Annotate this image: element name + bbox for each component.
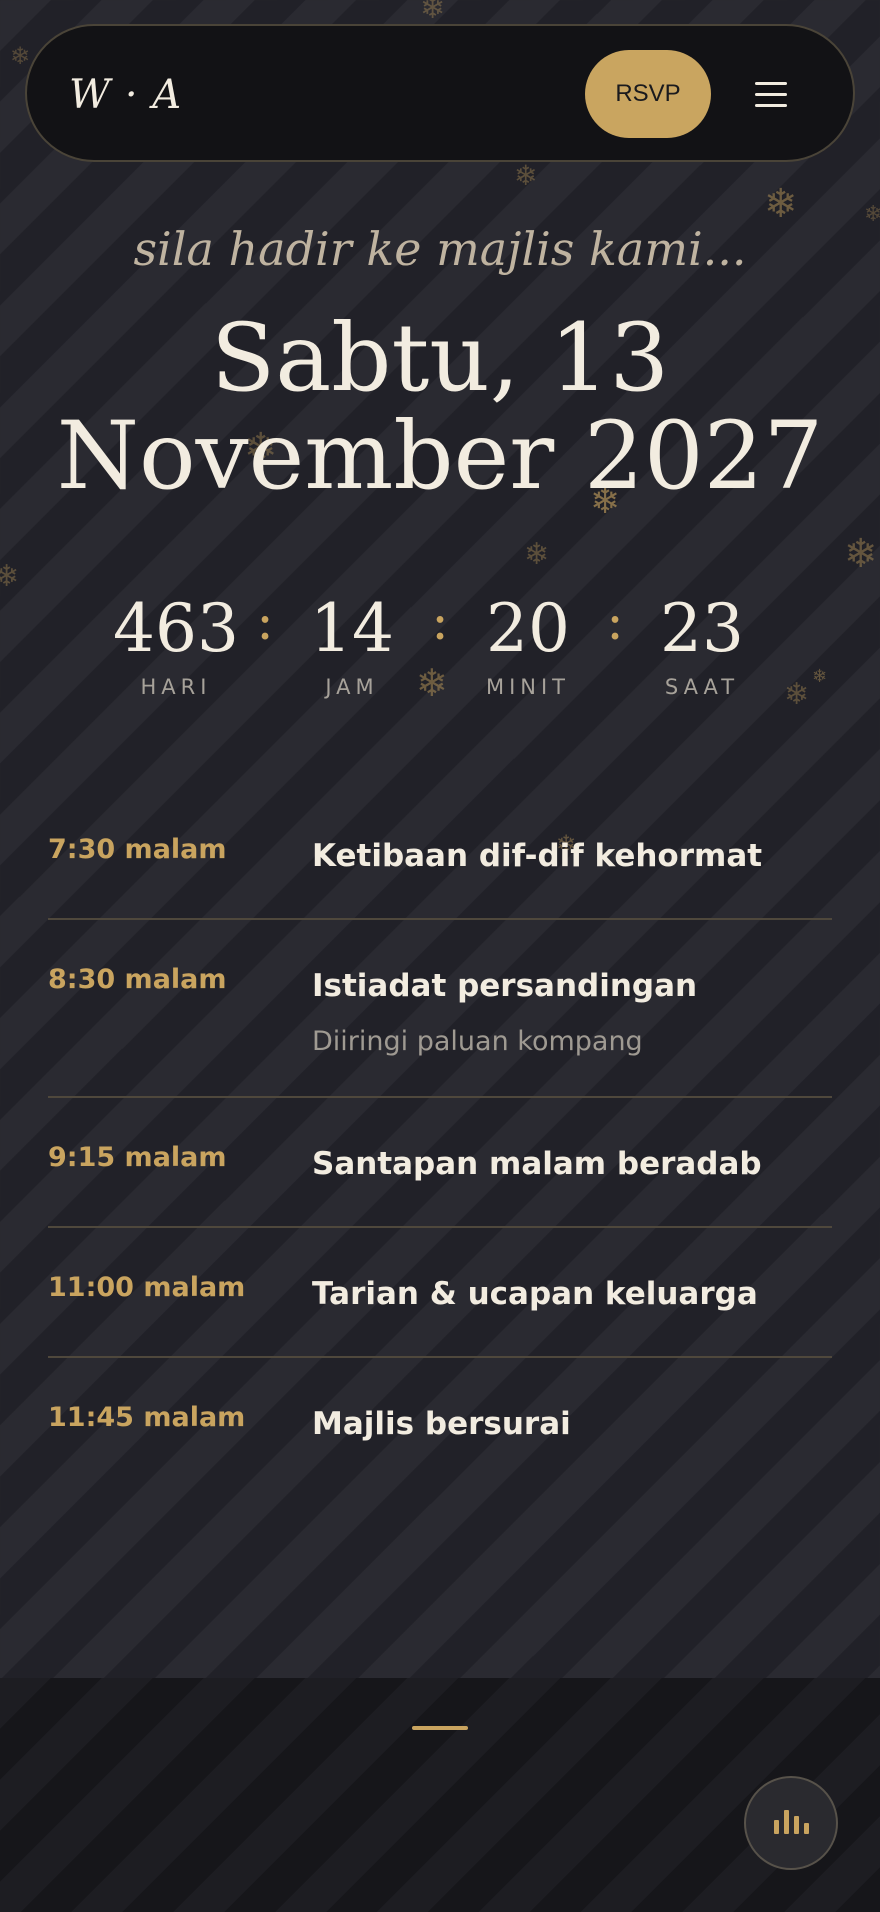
schedule-time: 11:00 malam <box>48 1272 246 1303</box>
schedule-time: 11:45 malam <box>48 1402 246 1433</box>
countdown-days-value: 463 <box>113 590 239 667</box>
logo-monogram[interactable]: W · A <box>69 72 182 118</box>
countdown-hours-value: 14 <box>310 590 394 667</box>
schedule-title: Tarian & ucapan keluarga <box>312 1276 758 1312</box>
snowflake-icon: ❄ <box>514 159 538 192</box>
drawer-handle[interactable] <box>412 1726 468 1730</box>
event-date: Sabtu, 13 November 2027 <box>0 310 880 506</box>
snowflake-icon: ❄ <box>764 181 798 227</box>
snowflake-icon: ❄ <box>844 531 878 577</box>
schedule-divider <box>48 1356 832 1358</box>
snowflake-icon: ❄ <box>420 0 446 26</box>
hamburger-menu-icon[interactable] <box>755 82 789 108</box>
event-date-line-1: Sabtu, 13 <box>210 304 670 413</box>
schedule-title: Santapan malam beradab <box>312 1146 762 1182</box>
schedule-time: 7:30 malam <box>48 834 227 865</box>
bottom-panel <box>0 1678 880 1912</box>
audio-bars-icon[interactable] <box>744 1776 838 1870</box>
countdown-seconds-label: SAAT <box>664 675 740 699</box>
snowflake-icon: ❄ <box>812 666 828 687</box>
top-nav-bar: W · A RSVP <box>25 24 855 162</box>
schedule-title: Majlis bersurai <box>312 1406 571 1442</box>
countdown-days-label: HARI <box>140 675 212 699</box>
schedule-divider <box>48 1226 832 1228</box>
countdown-minutes-value: 20 <box>486 590 570 667</box>
snowflake-icon: ❄ <box>0 559 20 594</box>
countdown-seconds-value: 23 <box>660 590 744 667</box>
countdown-minutes-label: MINIT <box>485 675 571 699</box>
schedule-time: 8:30 malam <box>48 964 227 995</box>
rsvp-button[interactable]: RSVP <box>585 50 711 138</box>
event-date-line-2: November 2027 <box>56 402 824 511</box>
invite-tagline: sila hadir ke majlis kami... <box>133 222 747 276</box>
schedule-title: Istiadat persandingan <box>312 968 698 1004</box>
snowflake-icon: ❄ <box>524 537 550 572</box>
schedule-subtitle: Diiringi paluan kompang <box>312 1026 643 1057</box>
schedule-time: 9:15 malam <box>48 1142 227 1173</box>
snowflake-icon: ❄ <box>10 42 31 70</box>
countdown-hours-label: JAM <box>325 675 379 699</box>
schedule-divider <box>48 918 832 920</box>
schedule-divider <box>48 1096 832 1098</box>
schedule-title: Ketibaan dif-dif kehormat <box>312 838 763 874</box>
